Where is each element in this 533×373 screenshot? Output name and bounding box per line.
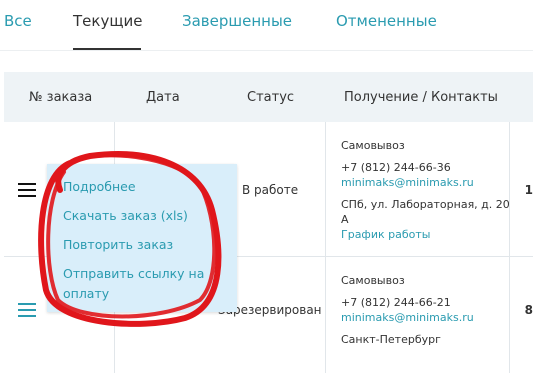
delivery-method: Самовывоз [341,139,405,152]
contact-phone: +7 (812) 244-66-36 [341,161,451,174]
order-context-menu: Подробнее Скачать заказ (xls) Повторить … [47,164,237,312]
working-hours-link[interactable]: График работы [341,227,510,242]
pickup-address-suffix: А [341,213,349,226]
menu-item-send-payment-link-line2: оплату [63,286,110,301]
column-header-date: Дата [146,90,180,105]
order-amount-truncated: 1 [524,183,533,197]
menu-item-repeat-order[interactable]: Повторить заказ [63,235,173,255]
hamburger-icon[interactable] [18,183,36,197]
pickup-address: СПб, ул. Лабораторная, д. 20 [341,198,510,211]
tabs-divider [0,50,533,51]
delivery-method: Самовывоз [341,274,405,287]
pickup-city: Санкт-Петербург [341,333,441,346]
table-header: № заказа Дата Статус Получение / Контакт… [4,72,533,122]
delivery-contacts: Самовывоз +7 (812) 244-66-36 minimaks@mi… [341,138,510,242]
tab-cancelled[interactable]: Отмененные [336,12,437,30]
hamburger-icon[interactable] [18,303,36,317]
tab-completed[interactable]: Завершенные [182,12,292,30]
delivery-contacts: Самовывоз +7 (812) 244-66-21 minimaks@mi… [341,273,474,347]
order-amount-truncated: 8 [524,303,533,317]
menu-item-details[interactable]: Подробнее [63,177,136,197]
contact-email[interactable]: minimaks@minimaks.ru [341,175,510,190]
column-header-order-number: № заказа [29,90,93,105]
column-header-delivery-contacts: Получение / Контакты [344,90,498,105]
menu-item-download-xls[interactable]: Скачать заказ (xls) [63,206,188,226]
column-header-status: Статус [247,90,295,105]
contact-email[interactable]: minimaks@minimaks.ru [341,310,474,325]
contact-phone: +7 (812) 244-66-21 [341,296,451,309]
tab-current[interactable]: Текущие [73,12,142,30]
order-status: В работе [242,183,299,197]
menu-item-send-payment-link[interactable]: Отправить ссылку на оплату [63,264,204,304]
tab-all[interactable]: Все [4,12,32,30]
menu-item-send-payment-link-line1: Отправить ссылку на [63,266,205,281]
